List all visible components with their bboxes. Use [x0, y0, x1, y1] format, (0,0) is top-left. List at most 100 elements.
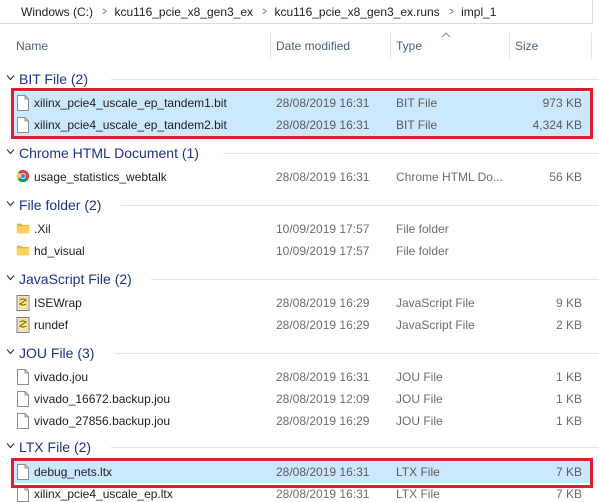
file-date-modified: 28/08/2019 16:31 — [276, 118, 370, 132]
file-type: BIT File — [396, 96, 438, 110]
file-row[interactable]: xilinx_pcie4_uscale_ep_tandem1.bit 28/08/… — [12, 92, 592, 114]
group-title: LTX File (2) — [19, 439, 92, 455]
breadcrumb-separator-icon[interactable]: > — [260, 6, 272, 18]
file-name: .Xil — [34, 222, 51, 236]
file-name: vivado_16672.backup.jou — [34, 392, 171, 406]
column-header-date[interactable]: Date modified — [276, 33, 350, 59]
script-icon — [16, 295, 30, 311]
blank-file-icon — [16, 369, 30, 385]
group-header[interactable]: Chrome HTML Document (1) — [0, 142, 599, 164]
chevron-down-icon[interactable] — [6, 73, 15, 82]
file-type: BIT File — [396, 118, 438, 132]
file-row[interactable]: .Xil 10/09/2019 17:57 File folder — [12, 218, 592, 240]
file-name: debug_nets.ltx — [34, 465, 113, 479]
blank-file-icon — [16, 95, 30, 111]
group-divider-line — [111, 79, 599, 80]
file-date-modified: 28/08/2019 16:31 — [276, 465, 370, 479]
group-header[interactable]: JavaScript File (2) — [0, 268, 599, 290]
chevron-down-icon[interactable] — [6, 441, 15, 450]
breadcrumb-drive[interactable]: Windows (C:) — [0, 5, 97, 19]
file-row[interactable]: debug_nets.ltx 28/08/2019 16:31 LTX File 7 … — [12, 461, 592, 483]
group-title: BIT File (2) — [19, 71, 88, 87]
script-icon — [16, 317, 30, 333]
column-header-row: Name Date modified Type Size — [0, 33, 599, 59]
file-size: 1 KB — [555, 370, 582, 384]
file-size: 2 KB — [555, 318, 582, 332]
group-divider-line — [111, 447, 599, 448]
column-divider[interactable] — [591, 33, 592, 59]
file-date-modified: 28/08/2019 16:31 — [276, 170, 370, 184]
file-name: xilinx_pcie4_uscale_ep.ltx — [34, 487, 173, 501]
breadcrumb: Windows (C:) > kcu116_pcie_x8_gen3_ex > … — [0, 0, 593, 24]
column-divider[interactable] — [390, 33, 391, 59]
group-header[interactable]: File folder (2) — [0, 194, 599, 216]
file-date-modified: 28/08/2019 16:31 — [276, 370, 370, 384]
file-date-modified: 10/09/2019 17:57 — [276, 244, 370, 258]
file-date-modified: 28/08/2019 16:31 — [276, 96, 370, 110]
breadcrumb-impl[interactable]: impl_1 — [461, 5, 500, 19]
file-size: 56 KB — [549, 170, 582, 184]
breadcrumb-separator-icon[interactable]: > — [100, 6, 112, 18]
file-type: File folder — [396, 222, 449, 236]
chevron-down-icon[interactable] — [6, 199, 15, 208]
file-size: 1 KB — [555, 392, 582, 406]
file-name: usage_statistics_webtalk — [34, 170, 167, 184]
file-date-modified: 28/08/2019 16:29 — [276, 318, 370, 332]
group-header[interactable]: JOU File (3) — [0, 342, 599, 364]
column-header-type[interactable]: Type — [396, 33, 422, 59]
file-size: 4,324 KB — [532, 118, 582, 132]
group-divider-line — [223, 153, 599, 154]
file-size: 9 KB — [555, 296, 582, 310]
group-header[interactable]: LTX File (2) — [0, 436, 599, 458]
column-header-name[interactable]: Name — [16, 33, 48, 59]
breadcrumb-project[interactable]: kcu116_pcie_x8_gen3_ex — [114, 5, 257, 19]
file-row[interactable]: xilinx_pcie4_uscale_ep.ltx 28/08/2019 16:… — [12, 483, 592, 502]
blank-file-icon — [16, 117, 30, 133]
group-divider-line — [121, 205, 599, 206]
file-row[interactable]: vivado.jou 28/08/2019 16:31 JOU File 1 KB — [12, 366, 592, 388]
file-row[interactable]: vivado_16672.backup.jou 28/08/2019 12:09 J… — [12, 388, 592, 410]
chevron-down-icon[interactable] — [6, 347, 15, 356]
file-row[interactable]: rundef 28/08/2019 16:29 JavaScript File 2 K… — [12, 314, 592, 336]
file-size: 7 KB — [555, 487, 582, 501]
breadcrumb-runs[interactable]: kcu116_pcie_x8_gen3_ex.runs — [274, 5, 443, 19]
file-row[interactable]: hd_visual 10/09/2019 17:57 File folder — [12, 240, 592, 262]
group-title: File folder (2) — [19, 197, 102, 213]
file-type: JOU File — [396, 370, 443, 384]
file-size: 973 KB — [542, 96, 582, 110]
chevron-down-icon[interactable] — [6, 273, 15, 282]
file-name: vivado_27856.backup.jou — [34, 414, 171, 428]
group-title: JOU File (3) — [19, 345, 95, 361]
file-row[interactable]: xilinx_pcie4_uscale_ep_tandem2.bit 28/08/… — [12, 114, 592, 136]
folder-icon — [16, 221, 30, 237]
file-type: JavaScript File — [396, 296, 475, 310]
file-date-modified: 28/08/2019 16:31 — [276, 487, 370, 501]
file-type: JavaScript File — [396, 318, 475, 332]
file-date-modified: 28/08/2019 16:29 — [276, 414, 370, 428]
column-header-size[interactable]: Size — [515, 33, 538, 59]
blank-file-icon — [16, 464, 30, 480]
column-divider[interactable] — [509, 33, 510, 59]
file-type: JOU File — [396, 392, 443, 406]
column-divider[interactable] — [270, 33, 271, 59]
file-name: xilinx_pcie4_uscale_ep_tandem1.bit — [34, 96, 227, 110]
file-date-modified: 28/08/2019 16:29 — [276, 296, 370, 310]
chevron-down-icon[interactable] — [6, 147, 15, 156]
file-row[interactable]: vivado_27856.backup.jou 28/08/2019 16:29 J… — [12, 410, 592, 432]
file-date-modified: 10/09/2019 17:57 — [276, 222, 370, 236]
file-row[interactable]: usage_statistics_webtalk 28/08/2019 16:31… — [12, 166, 592, 188]
file-size — [512, 218, 582, 240]
group-divider-line — [115, 353, 599, 354]
breadcrumb-separator-icon[interactable]: > — [446, 6, 458, 18]
file-size: 7 KB — [555, 465, 582, 479]
file-explorer-window: Windows (C:) > kcu116_pcie_x8_gen3_ex > … — [0, 0, 599, 502]
group-title: Chrome HTML Document (1) — [19, 145, 199, 161]
folder-icon — [16, 243, 30, 259]
file-row[interactable]: ISEWrap 28/08/2019 16:29 JavaScript File 9 … — [12, 292, 592, 314]
file-type: LTX File — [396, 465, 440, 479]
file-name: ISEWrap — [34, 296, 82, 310]
file-name: rundef — [34, 318, 69, 332]
group-header[interactable]: BIT File (2) — [0, 68, 599, 90]
file-date-modified: 28/08/2019 12:09 — [276, 392, 370, 406]
file-type: File folder — [396, 244, 449, 258]
